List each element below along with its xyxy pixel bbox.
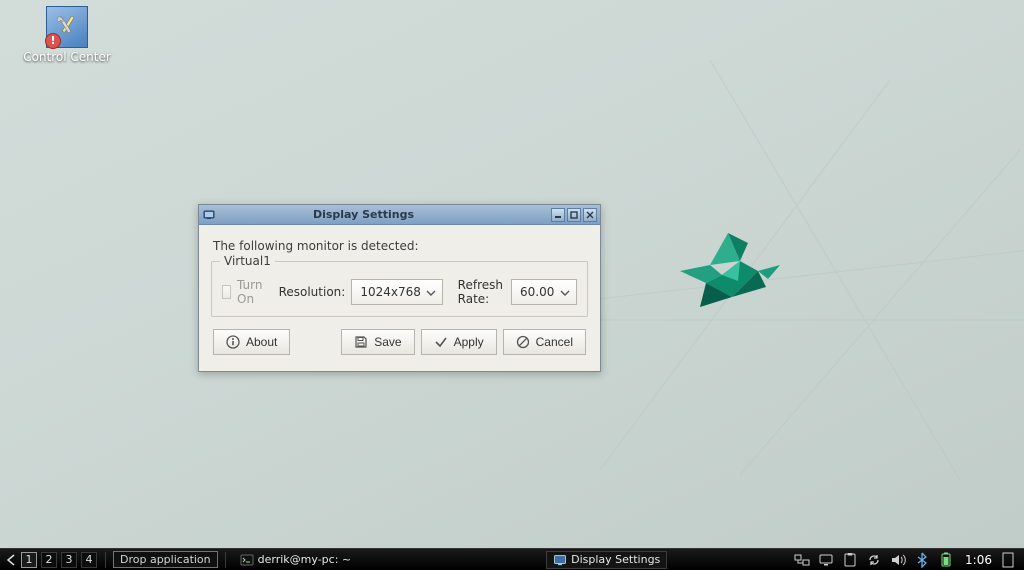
network-applet-icon[interactable]: [794, 552, 810, 568]
window-minimize-button[interactable]: [551, 208, 565, 222]
window-client-area: The following monitor is detected: Virtu…: [199, 225, 600, 371]
system-tray: 1:06: [794, 552, 1020, 568]
clock[interactable]: 1:06: [962, 553, 992, 567]
resolution-combo[interactable]: 1024x768: [351, 279, 443, 305]
control-center-icon: !: [46, 6, 88, 48]
task-label: Display Settings: [571, 553, 660, 566]
save-icon: [354, 335, 368, 349]
wallpaper-bird: [670, 225, 790, 325]
save-button[interactable]: Save: [341, 329, 414, 355]
window-title: Display Settings: [220, 208, 549, 221]
apply-label: Apply: [454, 335, 484, 349]
window-maximize-button[interactable]: [567, 208, 581, 222]
workspace-2[interactable]: 2: [41, 552, 57, 568]
task-terminal[interactable]: derrik@my-pc: ~: [233, 551, 358, 569]
display-icon: [553, 553, 567, 567]
battery-applet-icon[interactable]: [938, 552, 954, 568]
terminal-icon: [240, 553, 254, 567]
bluetooth-applet-icon[interactable]: [914, 552, 930, 568]
wallpaper-lines: [590, 60, 1024, 480]
window-app-icon: [202, 208, 216, 222]
dialog-button-row: About Save Apply Cancel: [209, 325, 590, 361]
apply-button[interactable]: Apply: [421, 329, 497, 355]
window-close-button[interactable]: [583, 208, 597, 222]
workspace-4[interactable]: 4: [81, 552, 97, 568]
detected-label: The following monitor is detected:: [213, 239, 586, 253]
show-desktop-icon[interactable]: [1000, 552, 1016, 568]
resolution-value: 1024x768: [360, 285, 421, 299]
save-label: Save: [374, 335, 401, 349]
monitor-name: Virtual1: [220, 254, 275, 268]
display-applet-icon[interactable]: [818, 552, 834, 568]
volume-applet-icon[interactable]: [890, 552, 906, 568]
task-display-settings[interactable]: Display Settings: [546, 551, 667, 569]
resolution-label: Resolution:: [279, 285, 346, 299]
chevron-down-icon: [560, 285, 570, 299]
cancel-label: Cancel: [536, 335, 573, 349]
monitor-group: Virtual1 Turn On Resolution: 1024x768 Re…: [211, 261, 588, 317]
workspace-3[interactable]: 3: [61, 552, 77, 568]
info-icon: [226, 335, 240, 349]
about-button[interactable]: About: [213, 329, 290, 355]
display-settings-window: Display Settings The following monitor i…: [198, 204, 601, 372]
about-label: About: [246, 335, 277, 349]
desktop-icon-label: Control Center: [20, 50, 114, 64]
warning-badge-icon: !: [45, 33, 61, 49]
cancel-icon: [516, 335, 530, 349]
refresh-label: Refresh Rate:: [458, 278, 505, 306]
task-label: derrik@my-pc: ~: [258, 553, 351, 566]
turn-on-checkbox[interactable]: [222, 285, 231, 299]
titlebar[interactable]: Display Settings: [199, 205, 600, 225]
taskbar: 1 2 3 4 Drop application derrik@my-pc: ~…: [0, 548, 1024, 570]
cancel-button[interactable]: Cancel: [503, 329, 586, 355]
drop-application[interactable]: Drop application: [113, 551, 218, 568]
check-icon: [434, 335, 448, 349]
workspace-switcher: 1 2 3 4: [4, 552, 98, 568]
desktop-icon-control-center[interactable]: ! Control Center: [20, 6, 114, 64]
clipboard-applet-icon[interactable]: [842, 552, 858, 568]
refresh-value: 60.00: [520, 285, 554, 299]
updater-applet-icon[interactable]: [866, 552, 882, 568]
separator: [105, 552, 106, 568]
workspace-prev[interactable]: [4, 552, 18, 568]
chevron-down-icon: [426, 285, 436, 299]
turn-on-label: Turn On: [237, 278, 264, 306]
separator: [225, 552, 226, 568]
refresh-combo[interactable]: 60.00: [511, 279, 577, 305]
workspace-1[interactable]: 1: [21, 552, 37, 568]
